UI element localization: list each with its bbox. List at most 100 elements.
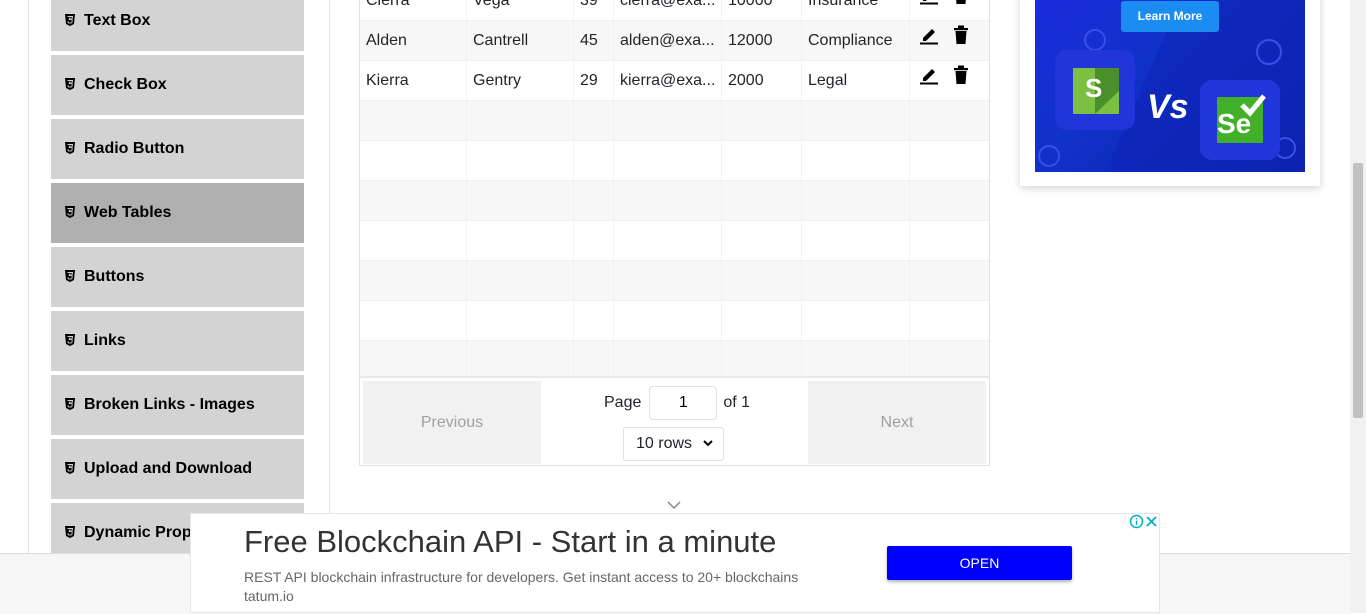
selenium-logo-text-left: S xyxy=(1085,73,1103,103)
rows-per-page-select[interactable]: 10 rows xyxy=(623,427,724,461)
sidebar-item-0[interactable]: Text Box xyxy=(51,0,304,53)
side-ad-banner[interactable]: Learn More S Vs Se xyxy=(1035,0,1305,172)
vs-text: Vs xyxy=(1147,88,1189,126)
learn-more-button[interactable]: Learn More xyxy=(1121,1,1219,32)
table-row xyxy=(360,221,989,261)
table-cell: Compliance xyxy=(802,21,910,61)
page-scrollbar[interactable] xyxy=(1350,0,1366,613)
bottom-ad-description: REST API blockchain infrastructure for d… xyxy=(244,569,799,604)
table-cell: Cierra xyxy=(360,0,467,21)
empty-cell xyxy=(467,141,574,181)
table-cell: Insurance xyxy=(802,0,910,21)
empty-cell xyxy=(360,301,467,341)
empty-cell xyxy=(614,141,722,181)
delete-icon[interactable] xyxy=(952,61,970,101)
empty-cell xyxy=(802,261,910,301)
ad-close-icon[interactable] xyxy=(1144,514,1159,529)
empty-cell xyxy=(910,261,989,301)
sidebar-item-label: Radio Button xyxy=(84,140,185,157)
table-row xyxy=(360,341,989,381)
sidebar-item-label: Check Box xyxy=(84,76,167,93)
next-button[interactable]: Next xyxy=(808,381,986,464)
html5-icon xyxy=(65,14,75,26)
empty-cell xyxy=(360,141,467,181)
table-cell: 10000 xyxy=(722,0,802,21)
scrollbar-thumb[interactable] xyxy=(1353,163,1363,418)
html5-icon xyxy=(65,142,75,154)
empty-cell xyxy=(360,341,467,381)
previous-button[interactable]: Previous xyxy=(363,381,541,464)
empty-cell xyxy=(467,261,574,301)
empty-cell xyxy=(722,101,802,141)
empty-cell xyxy=(467,221,574,261)
empty-cell xyxy=(574,101,614,141)
delete-icon[interactable] xyxy=(952,0,970,21)
sidebar-item-6[interactable]: Broken Links - Images xyxy=(51,375,304,437)
table-cell: Gentry xyxy=(467,61,574,101)
table-cell: 29 xyxy=(574,61,614,101)
chevron-down-icon[interactable] xyxy=(666,499,682,511)
empty-cell xyxy=(614,101,722,141)
empty-cell xyxy=(574,341,614,381)
sidebar-item-1[interactable]: Check Box xyxy=(51,55,304,117)
table-cell: alden@exa... xyxy=(614,21,722,61)
table-cell: cierra@exa... xyxy=(614,0,722,21)
table-cell: Kierra xyxy=(360,61,467,101)
empty-cell xyxy=(467,341,574,381)
page-number-input[interactable] xyxy=(649,386,718,420)
empty-cell xyxy=(802,301,910,341)
empty-cell xyxy=(722,261,802,301)
table-cell: Alden xyxy=(360,21,467,61)
edit-icon[interactable] xyxy=(919,21,939,61)
pagination-bar: Previous Page of 1 10 rows Next xyxy=(360,376,989,465)
side-ad-card: Learn More S Vs Se xyxy=(1020,0,1320,186)
table-cell: 45 xyxy=(574,21,614,61)
table-row xyxy=(360,101,989,141)
table-cell: 39 xyxy=(574,0,614,21)
sidebar-item-7[interactable]: Upload and Download xyxy=(51,439,304,501)
empty-cell xyxy=(574,301,614,341)
sidebar-item-5[interactable]: Links xyxy=(51,311,304,373)
page-label: Page xyxy=(604,394,642,411)
empty-cell xyxy=(910,141,989,181)
html5-icon xyxy=(65,206,75,218)
empty-cell xyxy=(614,221,722,261)
empty-cell xyxy=(802,141,910,181)
empty-cell xyxy=(802,341,910,381)
html5-icon xyxy=(65,526,75,538)
checkmark-icon xyxy=(1240,94,1266,117)
table-cell: kierra@exa... xyxy=(614,61,722,101)
sidebar-item-label: Buttons xyxy=(84,268,145,285)
empty-cell xyxy=(614,341,722,381)
bottom-ad-title[interactable]: Free Blockchain API - Start in a minute xyxy=(244,524,776,560)
empty-cell xyxy=(360,261,467,301)
empty-cell xyxy=(722,141,802,181)
table-row xyxy=(360,181,989,221)
sidebar-item-2[interactable]: Radio Button xyxy=(51,119,304,181)
sidebar-item-label: Dynamic Prop xyxy=(84,524,192,541)
sidebar-item-4[interactable]: Buttons xyxy=(51,247,304,309)
empty-cell xyxy=(722,301,802,341)
left-border xyxy=(28,0,29,613)
html5-icon xyxy=(65,78,75,90)
table-cell: Vega xyxy=(467,0,574,21)
empty-cell xyxy=(910,301,989,341)
edit-icon[interactable] xyxy=(919,61,939,101)
sidebar-item-3[interactable]: Web Tables xyxy=(51,183,304,245)
ad-open-button[interactable]: OPEN xyxy=(887,546,1072,580)
rows-per-page-value: 10 rows xyxy=(636,435,693,452)
edit-icon[interactable] xyxy=(919,0,939,21)
table-row: Kierra Gentry 29 kierra@exa... 2000 Legal xyxy=(360,61,989,101)
bottom-ad-banner[interactable]: Free Blockchain API - Start in a minute … xyxy=(190,513,1160,613)
ad-info-icon[interactable] xyxy=(1129,514,1144,529)
empty-cell xyxy=(467,301,574,341)
total-pages-label: of 1 xyxy=(723,394,751,411)
page-info: Page of 1 xyxy=(604,386,750,420)
empty-cell xyxy=(722,221,802,261)
delete-icon[interactable] xyxy=(952,21,970,61)
chevron-down-icon xyxy=(703,440,713,447)
table-row xyxy=(360,141,989,181)
action-cell xyxy=(910,21,989,61)
empty-cell xyxy=(614,261,722,301)
empty-cell xyxy=(802,101,910,141)
